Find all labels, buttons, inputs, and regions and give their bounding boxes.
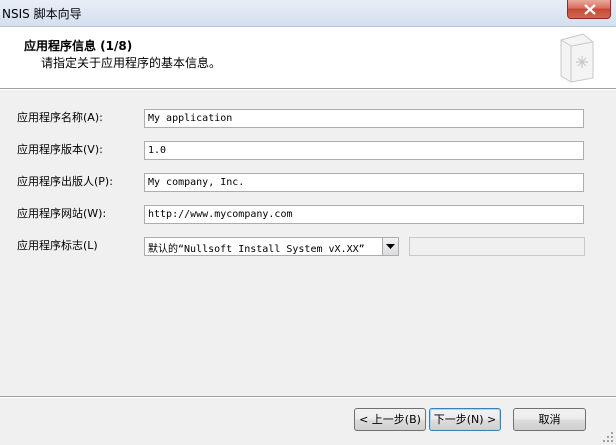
page-title: 应用程序信息 (1/8)	[24, 39, 133, 53]
app-logo-select[interactable]: 默认的“Nullsoft Install System vX.XX”	[144, 237, 399, 256]
app-website-label: 应用程序网站(W):	[17, 207, 107, 220]
app-logo-selected: 默认的“Nullsoft Install System vX.XX”	[148, 244, 365, 255]
page-subtitle: 请指定关于应用程序的基本信息。	[41, 56, 222, 70]
app-version-label: 应用程序版本(V):	[17, 143, 103, 156]
close-icon	[584, 4, 596, 15]
app-website-input[interactable]: http://www.mycompany.com	[144, 205, 584, 224]
cancel-button[interactable]: 取消	[513, 408, 586, 431]
app-name-input[interactable]: My application	[144, 109, 584, 128]
app-logo-label: 应用程序标志(L)	[17, 239, 98, 252]
header-divider	[0, 89, 616, 90]
app-version-input[interactable]: 1.0	[144, 141, 584, 160]
logo-path-input	[409, 237, 585, 256]
window-title: NSIS 脚本向导	[2, 7, 82, 21]
footer-divider	[0, 396, 616, 398]
next-button[interactable]: 下一步(N) >	[429, 408, 501, 431]
resize-grip-icon[interactable]	[603, 432, 614, 443]
app-name-label: 应用程序名称(A):	[17, 111, 103, 124]
app-publisher-input[interactable]: My company, Inc.	[144, 173, 584, 192]
back-button[interactable]: < 上一步(B)	[354, 408, 426, 431]
chevron-down-icon	[386, 244, 395, 249]
title-bar: NSIS 脚本向导	[0, 0, 616, 27]
wizard-header: 应用程序信息 (1/8) 请指定关于应用程序的基本信息。	[0, 27, 616, 89]
book-icon	[560, 33, 594, 83]
app-publisher-label: 应用程序出版人(P):	[17, 175, 113, 188]
dropdown-button[interactable]	[382, 238, 398, 255]
close-button[interactable]	[567, 0, 611, 19]
